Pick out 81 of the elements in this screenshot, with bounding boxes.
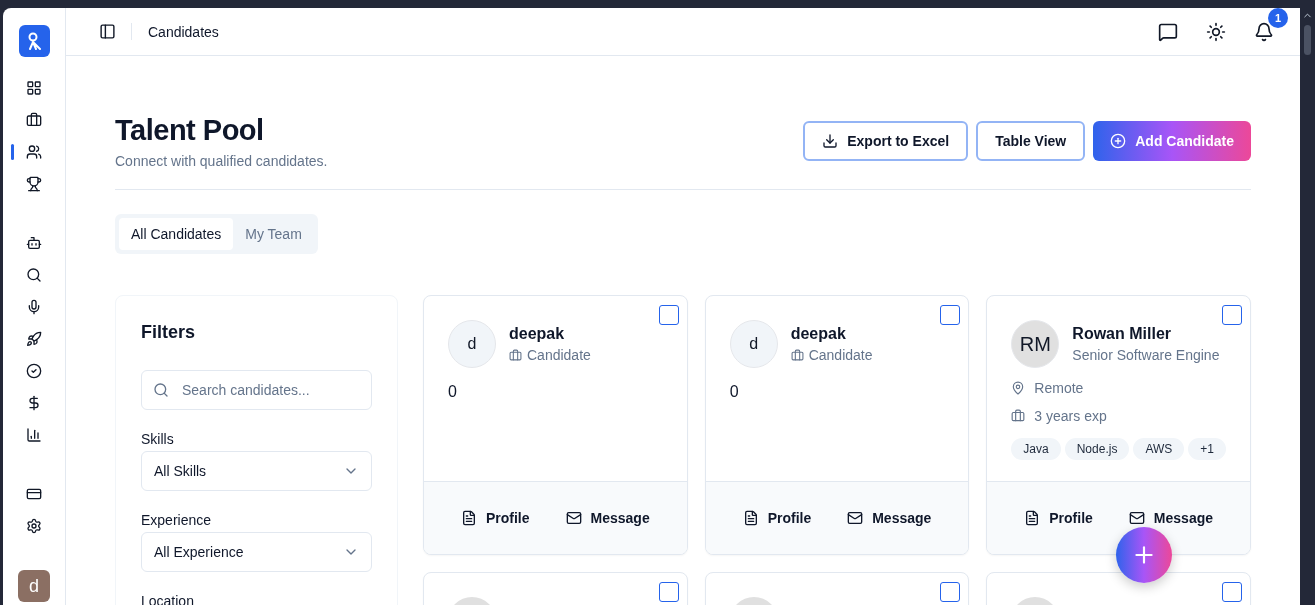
candidate-experience: 3 years exp [1034, 408, 1107, 424]
add-candidate-button[interactable]: Add Candidate [1093, 121, 1251, 161]
profile-button[interactable]: Profile [1020, 506, 1097, 530]
credit-card-icon [26, 486, 42, 502]
trophy-icon [26, 176, 42, 192]
candidate-role: Senior Software Engine [1072, 347, 1220, 363]
avatar: d [729, 320, 778, 368]
briefcase-icon [509, 348, 522, 362]
page-breadcrumb: Candidates [148, 23, 219, 40]
message-button[interactable]: Message [843, 506, 936, 530]
search-icon [26, 267, 42, 283]
message-button[interactable]: Message [1124, 506, 1217, 530]
briefcase-icon [26, 112, 42, 128]
skill-tag: +1 [1188, 438, 1226, 460]
candidate-name: deepak [509, 325, 566, 343]
logo-icon [26, 32, 42, 50]
export-button[interactable]: Export to Excel [803, 121, 969, 161]
users-icon [26, 144, 42, 160]
skill-tag: Node.js [1064, 438, 1130, 460]
plus-circle-icon [1110, 133, 1127, 149]
candidate-name: deepak [790, 325, 847, 343]
profile-button[interactable]: Profile [456, 506, 534, 530]
select-checkbox[interactable] [940, 582, 961, 602]
filters-title: Filters [141, 322, 197, 343]
panel-icon [99, 23, 116, 40]
candidate-note: 0 [448, 383, 458, 401]
theme-button[interactable] [1206, 21, 1226, 42]
sun-icon [1206, 21, 1226, 42]
filter-label: Skills [141, 431, 175, 447]
mail-icon [1128, 510, 1145, 526]
profile-button[interactable]: Profile [738, 506, 816, 530]
tab[interactable]: All Candidates [119, 218, 234, 250]
avatar: RM [1011, 320, 1060, 368]
filter-label: Experience [141, 512, 213, 528]
document-icon [1024, 510, 1041, 526]
skill-tag: AWS [1133, 438, 1185, 460]
filter-dropdown[interactable]: All Skills [141, 451, 372, 491]
scrollbar-thumb[interactable] [1304, 25, 1311, 55]
search-icon [153, 382, 169, 398]
bell-icon [1254, 21, 1274, 42]
briefcase-icon [790, 348, 804, 362]
table-view-button[interactable]: Table View [976, 121, 1086, 161]
sidebar-toggle-button[interactable] [99, 23, 116, 40]
search-field[interactable]: Search candidates... [141, 370, 372, 410]
select-checkbox[interactable] [940, 305, 961, 325]
select-checkbox[interactable] [658, 582, 679, 602]
microphone-icon [26, 299, 42, 315]
filter-dropdown[interactable]: All Experience [141, 532, 372, 572]
document-icon [742, 510, 759, 526]
candidate-role: Candidate [527, 347, 591, 363]
download-icon [822, 133, 839, 149]
skill-tag: Java [1011, 438, 1061, 460]
candidate-name: Rowan Miller [1072, 325, 1172, 343]
candidate-location: Remote [1034, 380, 1084, 396]
settings-icon [26, 518, 42, 534]
user-avatar[interactable]: d [18, 570, 50, 602]
mail-icon [565, 510, 582, 526]
location-icon [1011, 381, 1026, 395]
notifications-button[interactable] [1254, 21, 1274, 42]
page-title: Talent Pool [115, 114, 265, 147]
bar-chart-icon [26, 427, 42, 443]
message-button[interactable]: Message [561, 506, 654, 530]
avatar: d [448, 320, 496, 368]
rocket-icon [26, 331, 42, 347]
candidate-note: 0 [729, 383, 740, 401]
select-checkbox[interactable] [1222, 582, 1242, 602]
messages-button[interactable] [1158, 21, 1178, 42]
robot-icon [26, 235, 42, 251]
document-icon [460, 510, 477, 526]
mail-icon [847, 510, 864, 526]
dollar-icon [26, 395, 42, 411]
select-checkbox[interactable] [1222, 305, 1242, 325]
tab[interactable]: My Team [233, 218, 314, 250]
select-checkbox[interactable] [658, 305, 679, 325]
check-circle-icon [26, 363, 42, 379]
dashboard-icon [26, 80, 42, 96]
page-subtitle: Connect with qualified candidates. [115, 153, 328, 169]
chat-icon [1158, 21, 1178, 42]
briefcase-icon [1011, 409, 1026, 423]
notification-count: 1 [1268, 8, 1288, 28]
candidate-role: Candidate [808, 347, 873, 363]
